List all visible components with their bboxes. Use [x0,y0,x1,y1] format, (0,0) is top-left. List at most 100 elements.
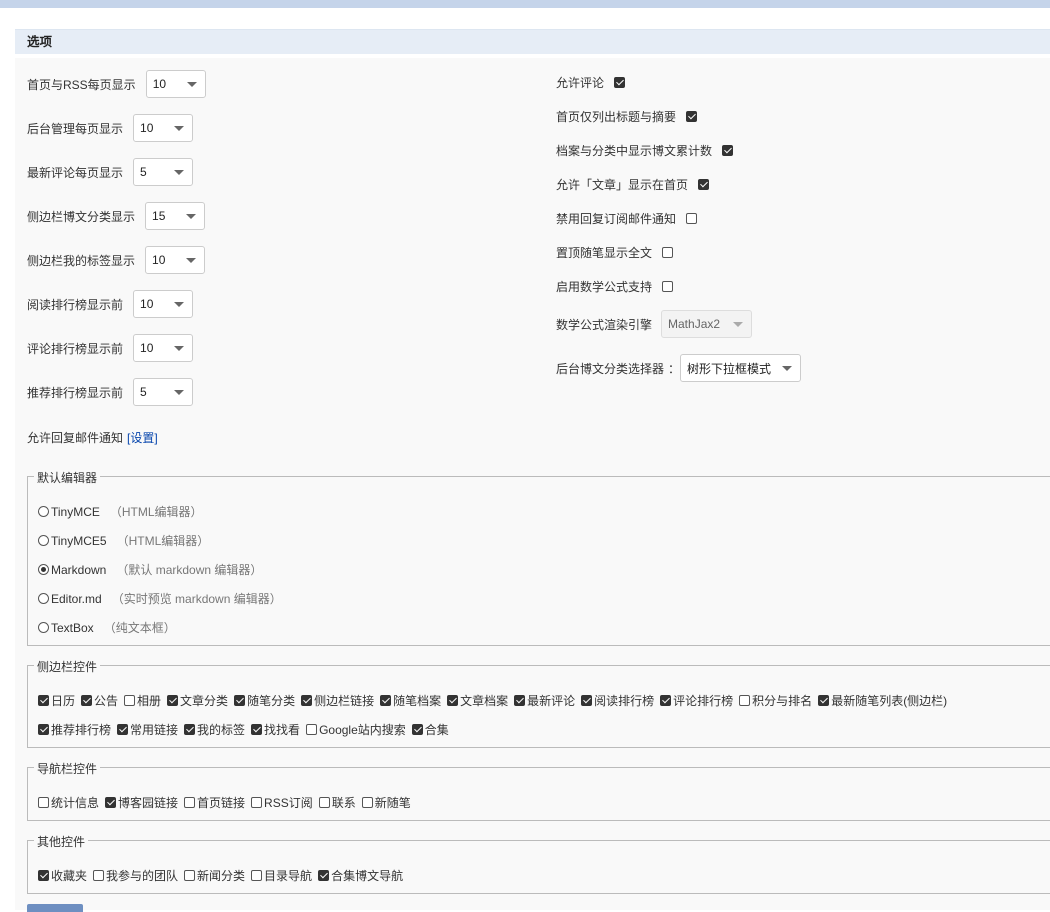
checkbox[interactable] [581,695,593,706]
checkbox[interactable] [38,797,49,808]
sidebar-links-option[interactable]: 侧边栏链接 [301,692,374,709]
checkbox[interactable] [447,695,459,706]
checkbox[interactable] [251,797,263,808]
sidebar-read-rank-option[interactable]: 阅读排行榜 [581,692,654,709]
math-engine-select[interactable]: MathJax2 [661,310,753,338]
recommend-rank-count-select[interactable]: 5 [133,378,194,406]
sidebar-post-category-option[interactable]: 随笔分类 [234,692,295,709]
select-value: 5 [140,385,147,399]
section-title: 选项 [15,29,1050,54]
sidebar-common-links-option[interactable]: 常用链接 [117,721,178,738]
other-collection-nav-option[interactable]: 合集博文导航 [318,867,403,884]
option-label: 评论排行榜 [673,694,734,708]
editormd-radio[interactable] [38,593,49,604]
sidebar-score-rank-option[interactable]: 积分与排名 [739,692,812,709]
option-label: 首页链接 [197,796,246,810]
setting-home-rss-page-size: 首页与RSS每页显示 10 [27,70,206,98]
checkbox[interactable] [380,695,392,706]
checkbox[interactable] [318,797,330,808]
sidebar-google-search-option[interactable]: Google站内搜索 [306,721,406,738]
nav-stats-option[interactable]: 统计信息 [38,794,99,811]
sidebar-my-tags-option[interactable]: 我的标签 [184,721,245,738]
checkbox[interactable] [81,695,93,706]
editor-option-textbox[interactable]: TextBox （纯文本框） [38,619,176,636]
checkbox[interactable] [184,724,196,735]
editor-option-markdown[interactable]: Markdown （默认 markdown 编辑器） [38,561,262,578]
sidebar-latest-posts-option[interactable]: 最新随笔列表(侧边栏) [818,692,947,709]
sidebar-comment-rank-option[interactable]: 评论排行榜 [660,692,733,709]
sidebar-search-option[interactable]: 找找看 [251,721,300,738]
option-label: 侧边栏链接 [314,694,375,708]
nav-new-post-option[interactable]: 新随笔 [361,794,411,811]
checkbox[interactable] [234,695,246,706]
markdown-radio[interactable] [38,564,49,575]
read-rank-count-select[interactable]: 10 [133,290,194,318]
articles-on-home-checkbox[interactable] [698,178,710,190]
sidebar-recommend-rank-option[interactable]: 推荐排行榜 [38,721,111,738]
checkbox[interactable] [411,724,423,735]
textbox-radio[interactable] [38,622,49,633]
save-button[interactable] [27,904,83,912]
nav-rss-option[interactable]: RSS订阅 [251,794,313,811]
editor-name: TinyMCE5 [51,533,107,548]
sidebar-calendar-option[interactable]: 日历 [38,692,75,709]
sidebar-announcement-option[interactable]: 公告 [81,692,118,709]
pinned-full-text-setting: 置顶随笔显示全文 [556,244,674,260]
checkbox[interactable] [301,695,313,706]
other-toc-nav-option[interactable]: 目录导航 [251,867,312,884]
checkbox[interactable] [251,724,263,735]
checkbox[interactable] [818,695,830,706]
latest-comments-page-size-select[interactable]: 5 [133,158,194,186]
admin-page-size-select[interactable]: 10 [133,114,194,142]
allow-comments-checkbox[interactable] [614,76,626,88]
nav-cnblogs-link-option[interactable]: 博客园链接 [105,794,178,811]
nav-home-link-option[interactable]: 首页链接 [184,794,245,811]
disable-reply-email-checkbox[interactable] [686,212,698,224]
pinned-full-text-checkbox[interactable] [662,246,674,258]
checkbox[interactable] [38,724,49,735]
setting-label: 数学公式渲染引擎 [556,317,653,332]
other-news-category-option[interactable]: 新闻分类 [184,867,245,884]
sidebar-collection-option[interactable]: 合集 [411,721,449,738]
sidebar-tags-count-select[interactable]: 10 [145,246,206,274]
checkbox[interactable] [318,870,330,881]
sidebar-album-option[interactable]: 相册 [124,692,161,709]
home-summary-only-checkbox[interactable] [686,110,698,122]
option-label: 新闻分类 [197,869,246,883]
sidebar-article-category-option[interactable]: 文章分类 [167,692,228,709]
sidebar-post-archive-option[interactable]: 随笔档案 [380,692,441,709]
checkbox[interactable] [38,695,49,706]
editor-option-tinymce5[interactable]: TinyMCE5 （HTML编辑器） [38,532,209,549]
setting-label: 首页仅列出标题与摘要 [556,109,677,124]
other-my-teams-option[interactable]: 我参与的团队 [93,867,178,884]
checkbox[interactable] [184,797,196,808]
comment-rank-count-select[interactable]: 10 [133,334,194,362]
sidebar-article-archive-option[interactable]: 文章档案 [447,692,508,709]
checkbox[interactable] [739,695,751,706]
checkbox[interactable] [93,870,105,881]
math-support-checkbox[interactable] [662,280,674,292]
checkbox[interactable] [251,870,263,881]
home-rss-page-size-select[interactable]: 10 [145,70,206,98]
nav-contact-option[interactable]: 联系 [318,794,356,811]
checkbox[interactable] [105,797,117,808]
reply-notify-settings-link[interactable]: [设置] [127,429,158,446]
archive-post-count-checkbox[interactable] [722,144,734,156]
sidebar-latest-comments-option[interactable]: 最新评论 [514,692,575,709]
checkbox[interactable] [184,870,196,881]
tinymce-radio[interactable] [38,506,49,517]
editor-option-editormd[interactable]: Editor.md （实时预览 markdown 编辑器） [38,590,282,607]
checkbox[interactable] [117,724,129,735]
checkbox[interactable] [306,724,318,735]
checkbox[interactable] [361,797,373,808]
sidebar-category-count-select[interactable]: 15 [145,202,206,230]
checkbox[interactable] [660,695,672,706]
checkbox[interactable] [167,695,179,706]
other-favorites-option[interactable]: 收藏夹 [38,867,87,884]
checkbox[interactable] [514,695,526,706]
category-selector-select[interactable]: 树形下拉框模式 [680,354,802,382]
checkbox[interactable] [124,695,136,706]
editor-option-tinymce[interactable]: TinyMCE （HTML编辑器） [38,503,203,520]
tinymce5-radio[interactable] [38,535,49,546]
checkbox[interactable] [38,870,49,881]
